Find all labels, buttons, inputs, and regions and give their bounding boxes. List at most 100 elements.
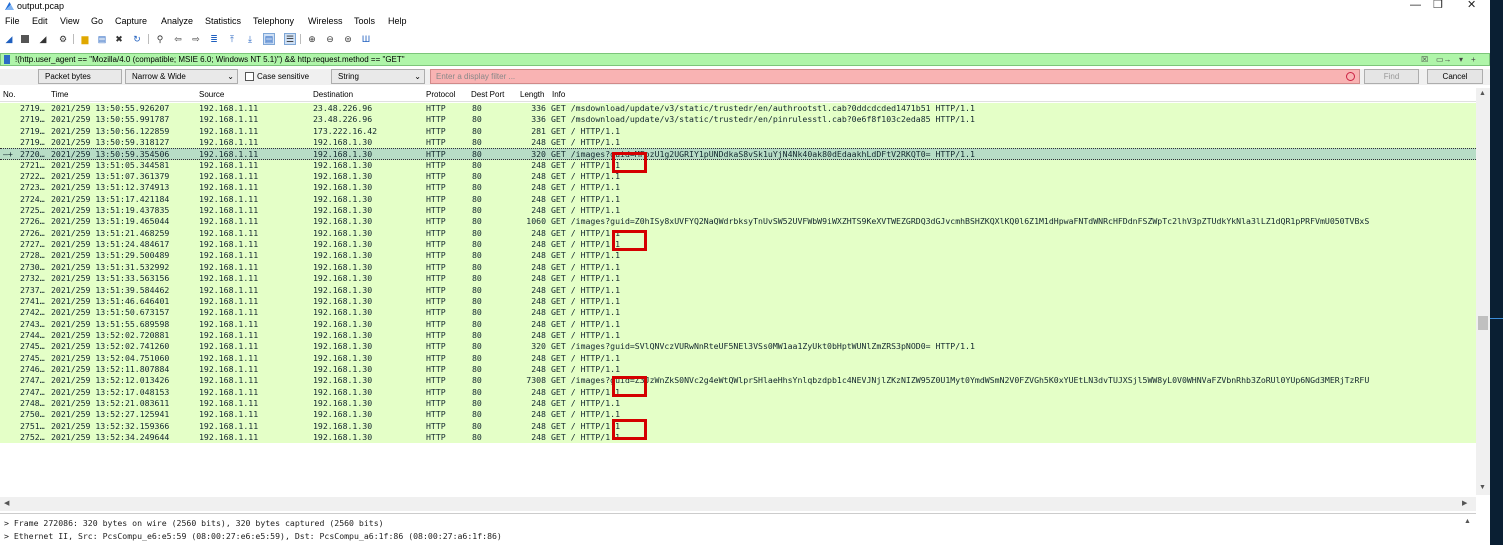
table-row[interactable]: 2722… 2021/259 13:51:07.361379 192.168.1.1… (0, 171, 1476, 183)
table-row[interactable]: 2748… 2021/259 13:52:21.083611 192.168.1.1… (0, 397, 1476, 410)
zoom-reset-icon[interactable]: ⊜ (343, 34, 353, 44)
table-row[interactable]: 2719… 2021/259 13:50:59.318127 192.168.1.1… (0, 137, 1476, 149)
cancel-button[interactable]: Cancel (1427, 69, 1483, 84)
table-row[interactable]: 2727… 2021/259 13:51:24.484617 192.168.1.1… (0, 239, 1476, 251)
go-to-packet-icon[interactable]: ≣ (209, 34, 219, 44)
column-length[interactable]: Length (520, 90, 544, 99)
scroll-right-icon[interactable]: ▶ (1462, 499, 1467, 507)
recent-filters-chevron-down-icon[interactable]: ▾ (1459, 55, 1463, 64)
go-back-icon[interactable]: ⇦ (173, 34, 183, 44)
find-button[interactable]: Find (1364, 69, 1419, 84)
table-row[interactable]: 2719… 2021/259 13:50:55.991787 192.168.1.1… (0, 114, 1476, 126)
restart-capture-icon[interactable]: ◢ (38, 34, 48, 44)
save-file-icon[interactable]: ▤ (97, 34, 107, 44)
details-frame-row[interactable]: > Frame 272086: 320 bytes on wire (2560 … (4, 518, 384, 528)
apply-filter-icon[interactable]: ▭→ (1436, 55, 1452, 64)
table-row[interactable]: 2726… 2021/259 13:51:19.465044 192.168.1.1… (0, 216, 1476, 228)
go-forward-icon[interactable]: ⇨ (191, 34, 201, 44)
reload-file-icon[interactable]: ↻ (132, 34, 142, 44)
open-file-icon[interactable]: ▆ (80, 34, 90, 44)
table-row[interactable]: 2724… 2021/259 13:51:17.421184 192.168.1.1… (0, 193, 1476, 206)
display-filter-bar[interactable]: !(http.user_agent == "Mozilla/4.0 (compa… (0, 53, 1490, 66)
table-row[interactable]: 2751… 2021/259 13:52:32.159366 192.168.1.1… (0, 420, 1476, 432)
column-protocol[interactable]: Protocol (426, 90, 455, 99)
menu-statistics[interactable]: Statistics (205, 16, 241, 26)
menu-capture[interactable]: Capture (115, 16, 147, 26)
packet-list-horizontal-scrollbar[interactable]: ◀ ▶ (0, 497, 1476, 511)
cell-dst: 192.168.1.30 (313, 295, 373, 306)
menu-edit[interactable]: Edit (32, 16, 48, 26)
char-width-select[interactable]: Narrow & Wide ⌄ (125, 69, 238, 84)
column-info[interactable]: Info (552, 90, 565, 99)
column-no[interactable]: No. (3, 90, 15, 99)
scroll-up-icon[interactable]: ▲ (1479, 90, 1486, 97)
table-row[interactable]: 2723… 2021/259 13:51:12.374913 192.168.1.1… (0, 182, 1476, 194)
table-row[interactable]: 2747… 2021/259 13:52:12.013426 192.168.1.1… (0, 375, 1476, 387)
scroll-down-icon[interactable]: ▼ (1479, 484, 1486, 491)
table-row[interactable]: 2747… 2021/259 13:52:17.048153 192.168.1.1… (0, 386, 1476, 398)
clear-filter-icon[interactable]: ☒ (1421, 55, 1428, 64)
menu-wireless[interactable]: Wireless (308, 16, 343, 26)
column-time[interactable]: Time (51, 90, 68, 99)
menu-go[interactable]: Go (91, 16, 103, 26)
go-first-icon[interactable]: ⤒ (227, 34, 237, 44)
scroll-left-icon[interactable]: ◀ (4, 499, 9, 507)
table-row[interactable]: 2732… 2021/259 13:51:33.563156 192.168.1.1… (0, 273, 1476, 285)
table-row[interactable]: 2725… 2021/259 13:51:19.437835 192.168.1.1… (0, 205, 1476, 217)
menu-telephony[interactable]: Telephony (253, 16, 294, 26)
close-file-icon[interactable]: ✖ (114, 34, 124, 44)
table-row[interactable]: 2746… 2021/259 13:52:11.807884 192.168.1.1… (0, 363, 1476, 376)
column-destination[interactable]: Destination (313, 90, 353, 99)
clear-search-icon[interactable] (1346, 72, 1355, 81)
table-row[interactable]: 2719… 2021/259 13:50:56.122859 192.168.1.1… (0, 125, 1476, 138)
zoom-out-icon[interactable]: ⊖ (325, 34, 335, 44)
go-last-icon[interactable]: ⤓ (245, 34, 255, 44)
table-row-selected[interactable]: —+ 2720… 2021/259 13:50:59.354506 192.168.1… (0, 148, 1476, 160)
table-row[interactable]: 2752… 2021/259 13:52:34.249644 192.168.1.1… (0, 431, 1476, 444)
capture-options-icon[interactable]: ⚙ (58, 34, 68, 44)
case-sensitive-checkbox[interactable] (245, 72, 254, 81)
menu-analyze[interactable]: Analyze (161, 16, 193, 26)
bookmark-icon[interactable] (4, 55, 10, 64)
search-string-input[interactable]: Enter a display filter ... (430, 69, 1360, 84)
start-capture-icon[interactable]: ◢ (4, 34, 14, 44)
close-button[interactable]: ✕ (1467, 0, 1476, 11)
colorize-icon[interactable]: ☰ (284, 33, 296, 45)
table-row[interactable]: 2743… 2021/259 13:51:55.689598 192.168.1.1… (0, 318, 1476, 330)
cell-port: 80 (472, 193, 482, 204)
table-row[interactable]: 2750… 2021/259 13:52:27.125941 192.168.1.1… (0, 409, 1476, 421)
stop-capture-icon[interactable] (21, 35, 29, 43)
table-row[interactable]: 2741… 2021/259 13:51:46.646401 192.168.1.1… (0, 295, 1476, 308)
zoom-in-icon[interactable]: ⊕ (307, 34, 317, 44)
menu-tools[interactable]: Tools (354, 16, 375, 26)
table-row[interactable]: 2719… 2021/259 13:50:55.926207 192.168.1.1… (0, 103, 1476, 115)
find-packet-icon[interactable]: ⚲ (155, 34, 165, 44)
restore-button[interactable]: ❐ (1433, 0, 1443, 11)
table-row[interactable]: 2742… 2021/259 13:51:50.673157 192.168.1.1… (0, 307, 1476, 319)
autoscroll-icon[interactable]: ▤ (263, 33, 275, 45)
table-row[interactable]: 2728… 2021/259 13:51:29.500489 192.168.1.1… (0, 250, 1476, 262)
resize-columns-icon[interactable]: Ш (361, 34, 371, 44)
display-filter-input[interactable]: !(http.user_agent == "Mozilla/4.0 (compa… (15, 55, 405, 64)
table-row[interactable]: 2721… 2021/259 13:51:05.344581 192.168.1.1… (0, 159, 1476, 172)
column-dest-port[interactable]: Dest Port (471, 90, 504, 99)
search-in-select[interactable]: Packet bytes (38, 69, 122, 84)
add-filter-button-icon[interactable]: + (1471, 55, 1476, 64)
table-row[interactable]: 2726… 2021/259 13:51:21.468259 192.168.1.1… (0, 227, 1476, 240)
menu-help[interactable]: Help (388, 16, 407, 26)
scrollbar-thumb[interactable] (1478, 316, 1488, 330)
minimize-button[interactable]: — (1410, 0, 1421, 11)
menu-view[interactable]: View (60, 16, 79, 26)
packet-list-vertical-scrollbar[interactable]: ▲ ▼ (1476, 88, 1490, 495)
details-ethernet-row[interactable]: > Ethernet II, Src: PcsCompu_e6:e5:59 (0… (4, 531, 502, 541)
table-row[interactable]: 2745… 2021/259 13:52:04.751060 192.168.1.1… (0, 352, 1476, 364)
cell-info: GET / HTTP/1.1 (551, 261, 621, 272)
table-row[interactable]: 2730… 2021/259 13:51:31.532992 192.168.1.1… (0, 261, 1476, 274)
table-row[interactable]: 2745… 2021/259 13:52:02.741260 192.168.1.1… (0, 341, 1476, 353)
details-scroll-up-icon[interactable]: ▲ (1464, 518, 1471, 525)
table-row[interactable]: 2744… 2021/259 13:52:02.720881 192.168.1.1… (0, 329, 1476, 342)
column-source[interactable]: Source (199, 90, 224, 99)
menu-file[interactable]: File (5, 16, 20, 26)
search-type-select[interactable]: String ⌄ (331, 69, 425, 84)
table-row[interactable]: 2737… 2021/259 13:51:39.584462 192.168.1.1… (0, 284, 1476, 296)
